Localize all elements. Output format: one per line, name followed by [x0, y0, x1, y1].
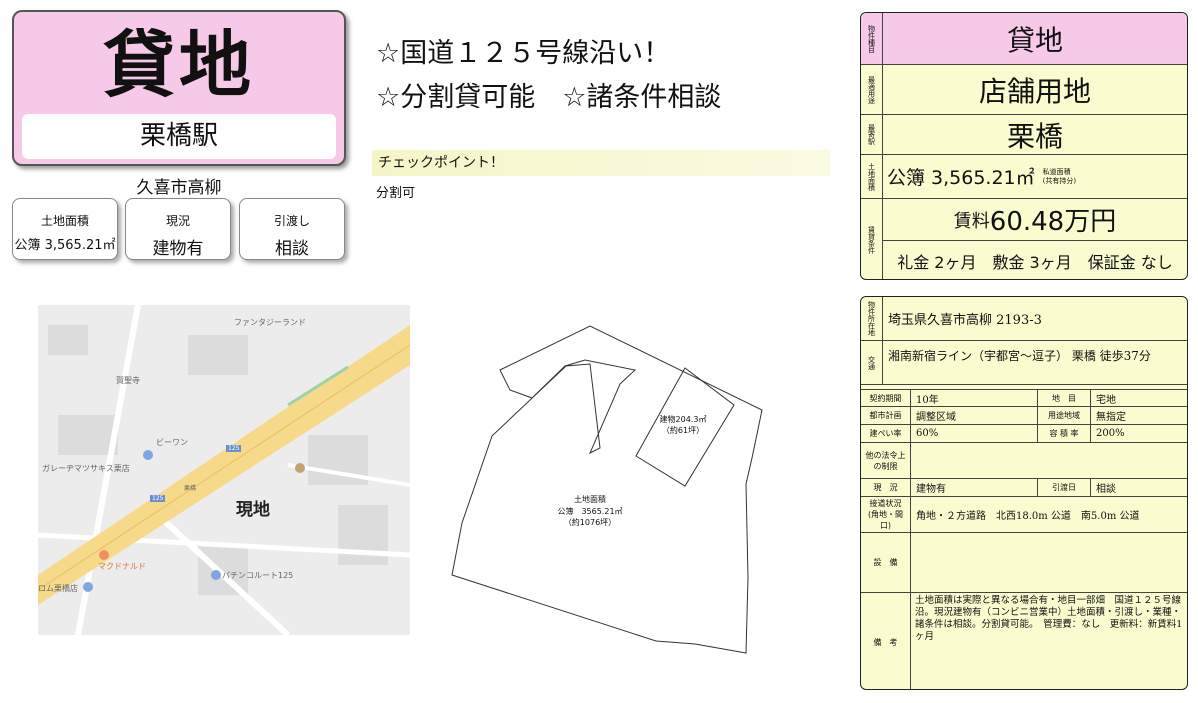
row-value: 栗橋	[1006, 119, 1063, 153]
row-value: 10年	[916, 394, 939, 406]
row-label: 最寄駅	[861, 115, 883, 154]
summary-handover: 引渡し 相談	[239, 198, 345, 260]
listing-type-title: 貸地	[102, 23, 255, 107]
row-road-access: 接道状況(角地・間口) 角地・２方道路 北西18.0m 公道 南5.0m 公道	[861, 497, 1187, 533]
row-value: 宅地	[1096, 394, 1116, 406]
row-label: 物件所在地	[861, 297, 883, 340]
row-value	[911, 533, 916, 592]
row-address: 物件所在地 埼玉県久喜市高柳 2193-3	[861, 297, 1187, 341]
title-card: 貸地 栗橋駅	[12, 10, 346, 166]
row-label: 賃貸条件	[861, 199, 883, 279]
map-label: ガレーヂマツサキス栗店	[42, 464, 130, 473]
rent-value: 60.48万円	[989, 207, 1117, 237]
row-label: 契約期間	[861, 390, 911, 406]
land-area-value: 公簿 3,565.21㎡	[887, 167, 1035, 189]
remarks-text: 土地面積は実際と異なる場合有・地目一部畑 国道１２５号線沿。現況建物有（コンビニ…	[915, 595, 1183, 642]
row-value: 200%	[1096, 428, 1125, 439]
headline-line2: ☆分割貸可能 ☆諸条件相談	[376, 82, 722, 113]
row-land-area: 土地面積 公簿 3,565.21㎡ 私道面積 (共有持分)	[861, 155, 1187, 199]
row-value: 公簿 3,565.21㎡ 私道面積 (共有持分)	[883, 155, 1187, 198]
row-transport: 交通 湘南新宿ライン（宇都宮～逗子） 栗橋 徒歩37分	[861, 341, 1187, 385]
row-value: 貸地	[1006, 23, 1063, 57]
row-label: 最適用途	[861, 65, 883, 114]
station-name: 栗橋駅	[22, 114, 336, 159]
row-value: 角地・２方道路 北西18.0m 公道 南5.0m 公道	[916, 511, 1140, 522]
row-remarks: 備 考 土地面積は実際と異なる場合有・地目一部畑 国道１２５号線沿。現況建物有（…	[861, 593, 1187, 689]
row-label: 接道状況(角地・間口)	[861, 497, 911, 532]
land-area-value: 公簿 3565.21㎡	[557, 507, 623, 516]
row-value: 相談	[1096, 484, 1116, 495]
row-value: 建物有	[916, 484, 946, 495]
row-label: 他の法令上の制限	[861, 443, 911, 478]
row-value: 60%	[916, 428, 939, 439]
row-value: 埼玉県久喜市高柳 2193-3	[888, 313, 1042, 328]
location-map[interactable]: ファンタジーランド 賀聖寺 ビーワン ガレーヂマツサキス栗店 125 125 マ…	[38, 305, 410, 635]
map-label: 栗橋	[184, 485, 197, 492]
row-station: 最寄駅 栗橋	[861, 115, 1187, 155]
row-label: 土地面積	[861, 155, 883, 198]
row-label: 交通	[861, 341, 883, 384]
rent-prefix: 賃料	[953, 210, 990, 232]
row-coverage: 建ぺい率 60% 容 積 率 200%	[861, 425, 1187, 443]
map-label: ビーワン	[156, 438, 188, 447]
map-label: 125	[226, 445, 242, 452]
map-label: ファンタジーランド	[234, 318, 306, 327]
land-area-title: 土地面積	[574, 495, 606, 504]
row-label: 引渡日	[1037, 479, 1091, 496]
row-label: 都市計画	[861, 407, 911, 424]
row-use: 最適用途 店舗用地	[861, 65, 1187, 115]
headline-line1: ☆国道１２５号線沿い！	[376, 38, 671, 69]
row-facilities: 設 備	[861, 533, 1187, 593]
map-label: 賀聖寺	[116, 376, 140, 385]
rent-terms: 礼金 2ヶ月 敷金 3ヶ月 保証金 なし	[897, 253, 1173, 272]
row-regulations: 他の法令上の制限	[861, 443, 1187, 479]
row-label: 現 況	[861, 479, 911, 496]
map-label: 125	[150, 495, 166, 502]
summary-label: 土地面積	[40, 214, 89, 228]
land-area-tsubo: （約1076坪）	[563, 518, 617, 527]
summary-value: 相談	[275, 239, 309, 259]
summary-status: 現況 建物有	[125, 198, 231, 260]
row-value: 調整区域	[916, 412, 956, 423]
row-value	[911, 443, 916, 478]
row-label: 物件種目	[861, 13, 883, 64]
row-label: 建ぺい率	[861, 425, 911, 442]
summary-label: 引渡し	[273, 214, 310, 228]
summary-value: 公簿 3,565.21㎡	[14, 238, 116, 253]
row-type: 物件種目 貸地	[861, 13, 1187, 65]
map-label: マクドナルド	[98, 562, 146, 571]
row-label: 用途地域	[1037, 407, 1091, 424]
checkpoint-title: チェックポイント！	[372, 150, 830, 176]
building-area: 建物204.3㎡ （約61坪）	[659, 415, 707, 435]
row-value: 店舗用地	[978, 74, 1091, 108]
checkpoint-body: 分割可	[376, 186, 416, 201]
summary-label: 現況	[165, 214, 190, 228]
row-label: 地 目	[1037, 390, 1091, 406]
summary-land-area: 土地面積 公簿 3,565.21㎡	[12, 198, 118, 260]
row-current-status: 現 況 建物有 引渡日 相談	[861, 479, 1187, 497]
site-marker-label: 現地	[236, 500, 270, 520]
map-label: パチンコルート125	[222, 571, 294, 580]
summary-value: 建物有	[152, 239, 204, 259]
rent-line: 賃料 60.48万円	[883, 199, 1187, 241]
summary-panel: 物件種目 貸地 最適用途 店舗用地 最寄駅 栗橋 土地面積 公簿 3,565.2…	[860, 12, 1188, 280]
plan-outline	[451, 325, 763, 654]
row-label: 容 積 率	[1037, 425, 1091, 442]
map-label: ロム栗橋店	[38, 584, 78, 593]
row-value: 無指定	[1096, 412, 1126, 423]
row-label: 設 備	[861, 533, 911, 592]
row-rent: 賃貸条件 賃料 60.48万円 礼金 2ヶ月 敷金 3ヶ月 保証金 なし	[861, 199, 1187, 279]
row-value: 湘南新宿ライン（宇都宮～逗子） 栗橋 徒歩37分	[888, 349, 1151, 363]
row-contract: 契約期間 10年 地 目 宅地	[861, 389, 1187, 407]
area-label: 久喜市高柳	[136, 178, 222, 198]
row-label: 備 考	[861, 593, 911, 689]
row-city-plan: 都市計画 調整区域 用途地域 無指定	[861, 407, 1187, 425]
private-road-label: 私道面積 (共有持分)	[1042, 167, 1077, 185]
detail-panel: 物件所在地 埼玉県久喜市高柳 2193-3 交通 湘南新宿ライン（宇都宮～逗子）…	[860, 296, 1188, 690]
land-plan-drawing: 建物204.3㎡ （約61坪） 土地面積 公簿 3565.21㎡ （約1076坪…	[440, 318, 780, 658]
